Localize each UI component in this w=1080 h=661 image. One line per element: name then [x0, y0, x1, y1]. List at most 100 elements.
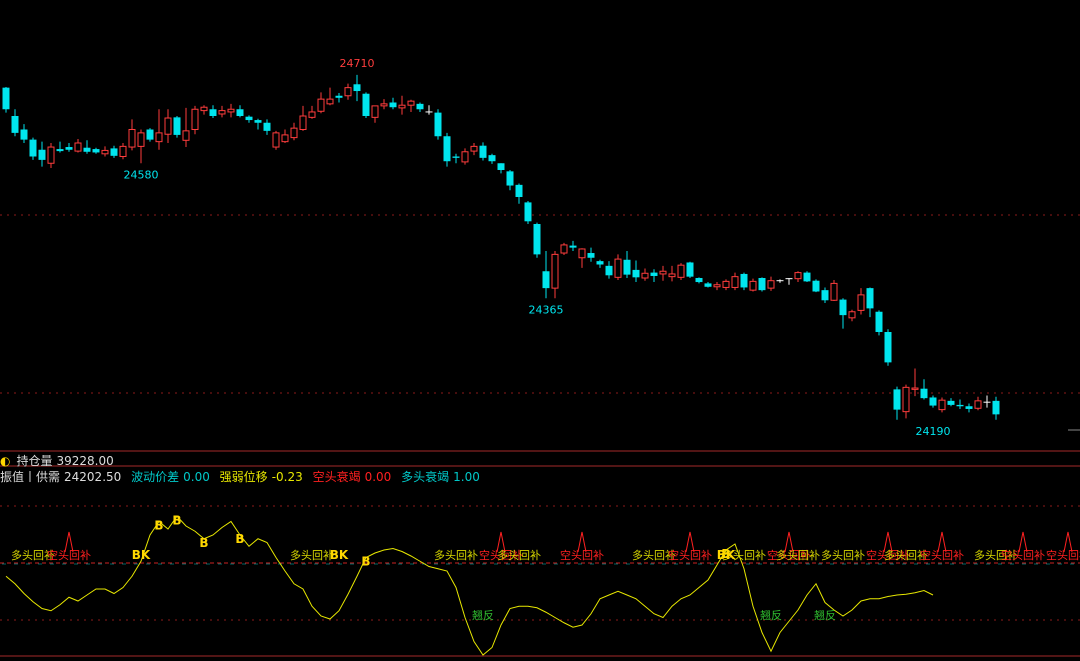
candle: [92, 147, 100, 154]
candle: [65, 143, 73, 152]
candle: [155, 109, 163, 150]
candle-body: [893, 389, 901, 410]
high-price-label: 24710: [340, 57, 375, 70]
reversal-label: 翘反: [814, 609, 836, 622]
candle: [2, 86, 10, 113]
candle: [686, 261, 694, 278]
candle: [326, 87, 334, 106]
candle: [659, 265, 667, 281]
candle: [227, 103, 235, 118]
candle-body: [326, 98, 334, 105]
candle-body: [389, 102, 397, 108]
candle: [398, 95, 406, 115]
candle: [245, 115, 253, 123]
candle-body: [587, 253, 595, 258]
candle-body: [920, 388, 928, 399]
candle: [290, 122, 298, 141]
candle-body: [812, 280, 820, 292]
candle-body: [821, 290, 829, 301]
candle-body: [731, 276, 739, 288]
candle-body: [839, 299, 847, 316]
candle: [614, 254, 622, 281]
candle: [947, 398, 955, 407]
candle: [560, 242, 568, 256]
candle-body: [938, 399, 946, 411]
strength-value: -0.23: [271, 470, 303, 484]
candle: [506, 170, 514, 191]
candle-body: [542, 271, 550, 289]
candle-body: [362, 93, 370, 116]
open-interest-value: 39228.00: [56, 454, 114, 468]
short-cover-label: 空头回补: [668, 548, 712, 562]
candle-body: [101, 149, 109, 155]
candle: [425, 105, 433, 115]
candle: [605, 261, 613, 279]
candle-body: [632, 269, 640, 278]
candle: [317, 92, 325, 114]
candle: [110, 145, 118, 158]
long-cover-label: 多头回补: [497, 548, 541, 562]
candle-body: [434, 112, 442, 137]
candle-body: [299, 115, 307, 130]
candle: [812, 279, 820, 293]
candle: [839, 298, 847, 329]
candle-body: [740, 273, 748, 288]
candle: [704, 282, 712, 288]
candle-body: [407, 100, 415, 106]
candle-body: [227, 108, 235, 113]
candle-body: [623, 259, 631, 275]
candle-body: [272, 132, 280, 148]
b-signal: B: [154, 519, 163, 533]
candle: [515, 183, 523, 204]
short-exhaust-label: 空头衰竭: [312, 470, 361, 484]
candle-body: [173, 117, 181, 135]
candle: [830, 280, 838, 301]
candle: [11, 109, 19, 137]
candle-body: [488, 155, 496, 162]
candle-body: [353, 84, 361, 92]
candle-body: [56, 149, 64, 152]
candle: [803, 271, 811, 283]
candle: [461, 148, 469, 165]
candle-body: [245, 116, 253, 121]
candle-body: [290, 127, 298, 139]
candle-body: [830, 282, 838, 301]
candle: [416, 102, 424, 112]
long-exhaust-label: 多头衰竭: [401, 470, 450, 484]
candle-body: [515, 184, 523, 197]
candle-body: [758, 278, 766, 291]
open-interest-marker: ◐: [0, 454, 11, 468]
candle: [164, 109, 172, 143]
candle-body: [569, 245, 577, 248]
strength-label: 强弱位移: [219, 470, 268, 484]
candle: [767, 276, 775, 291]
candle: [452, 153, 460, 164]
candle: [668, 265, 676, 282]
indicator-line: [5, 515, 934, 656]
candle-body: [992, 400, 1000, 415]
candle: [776, 279, 784, 283]
candle: [749, 278, 757, 292]
candle-body: [650, 272, 658, 276]
candle: [443, 132, 451, 167]
candle-body: [578, 248, 586, 259]
candle-body: [416, 103, 424, 110]
candle: [596, 259, 604, 268]
candle: [209, 105, 217, 119]
candle: [380, 99, 388, 110]
candle-body: [713, 284, 721, 288]
candle-body: [11, 116, 19, 133]
open-interest-label: 持仓量: [16, 454, 53, 468]
candle-body: [524, 202, 532, 222]
candle: [578, 248, 586, 268]
candle: [911, 368, 919, 397]
candles: [2, 74, 1000, 420]
candle: [254, 118, 262, 130]
candle: [281, 129, 289, 143]
candle: [533, 222, 541, 258]
candle-body: [803, 272, 811, 282]
candle: [74, 138, 82, 153]
candle: [650, 269, 658, 283]
candle: [371, 105, 379, 123]
candle-body: [128, 129, 136, 148]
